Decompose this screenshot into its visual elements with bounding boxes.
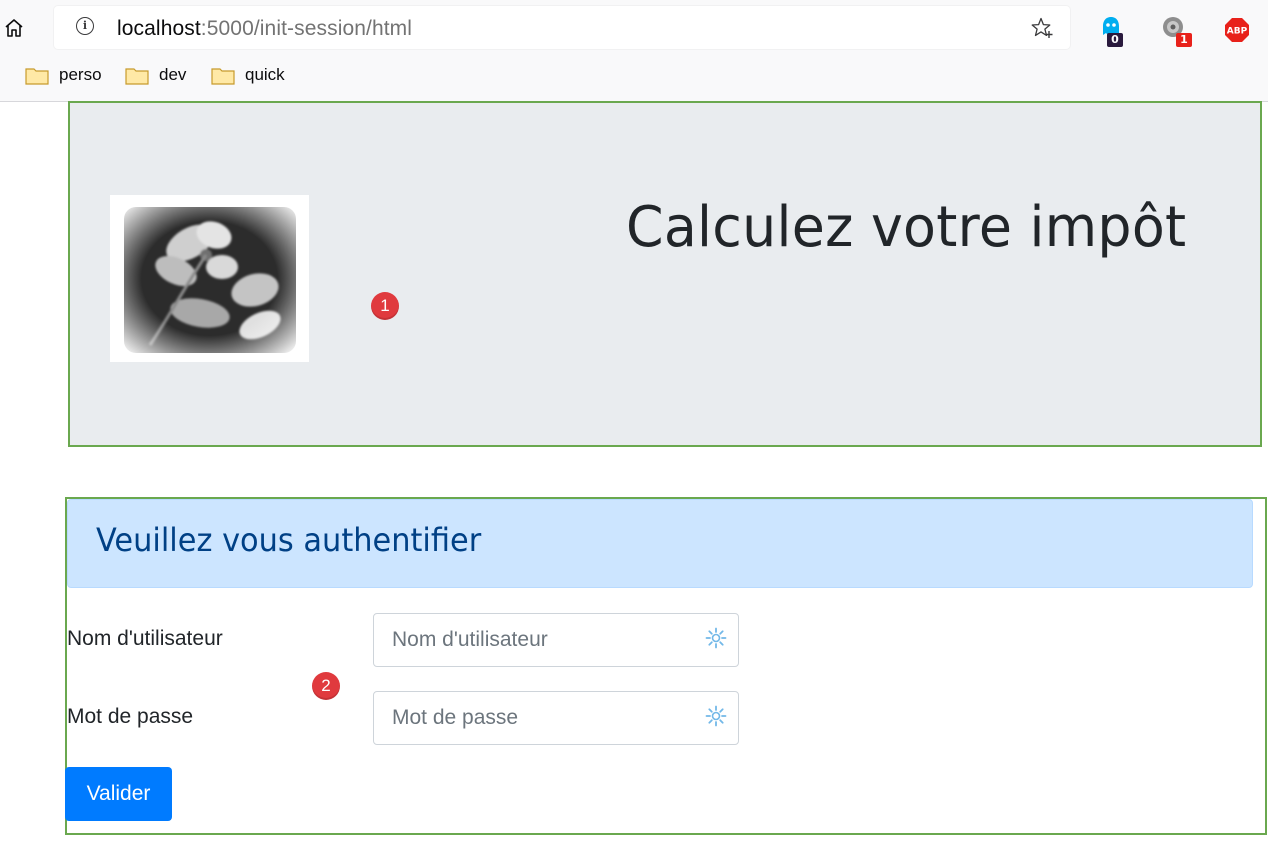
auth-section: Veuillez vous authentifier Nom d'utilisa…	[65, 497, 1267, 835]
logo-image	[110, 195, 309, 362]
username-label: Nom d'utilisateur	[67, 627, 223, 650]
page-title: Calculez votre impôt	[626, 195, 1187, 260]
jumbotron-header: Calculez votre impôt	[68, 101, 1262, 447]
url-bar[interactable]: i localhost:5000/init-session/html	[54, 6, 1070, 49]
folder-icon	[125, 68, 149, 85]
auth-heading: Veuillez vous authentifier	[96, 521, 482, 559]
extension-badge: 1	[1176, 33, 1192, 47]
username-input[interactable]	[373, 613, 739, 667]
bookmark-star-icon[interactable]	[1030, 16, 1054, 40]
autofill-icon[interactable]	[705, 627, 727, 649]
folder-icon	[211, 68, 235, 85]
url-path: :5000/init-session/html	[200, 17, 413, 40]
auth-alert: Veuillez vous authentifier	[67, 499, 1253, 588]
url-text[interactable]: localhost:5000/init-session/html	[117, 17, 412, 41]
bookmark-label: quick	[245, 65, 285, 84]
bookmark-label: perso	[59, 65, 102, 84]
info-icon[interactable]: i	[76, 17, 94, 35]
home-icon[interactable]	[2, 16, 26, 40]
adblock-plus-label: ABP	[1227, 27, 1248, 37]
submit-button[interactable]: Valider	[65, 767, 172, 821]
autofill-icon[interactable]	[705, 705, 727, 727]
password-label: Mot de passe	[67, 705, 194, 728]
browser-toolbar: i localhost:5000/init-session/html 0 1 A…	[0, 0, 1268, 102]
bookmark-label: dev	[159, 65, 187, 84]
extension-icon[interactable]: 1	[1160, 15, 1192, 47]
password-input[interactable]	[373, 691, 739, 745]
callout-badge-2: 2	[312, 672, 340, 700]
callout-badge-1: 1	[371, 292, 399, 320]
ghostery-icon[interactable]: 0	[1099, 15, 1127, 47]
adblock-plus-icon[interactable]: ABP	[1223, 16, 1251, 48]
ghostery-badge: 0	[1107, 33, 1123, 47]
url-host: localhost	[117, 17, 201, 40]
folder-icon	[25, 68, 49, 85]
